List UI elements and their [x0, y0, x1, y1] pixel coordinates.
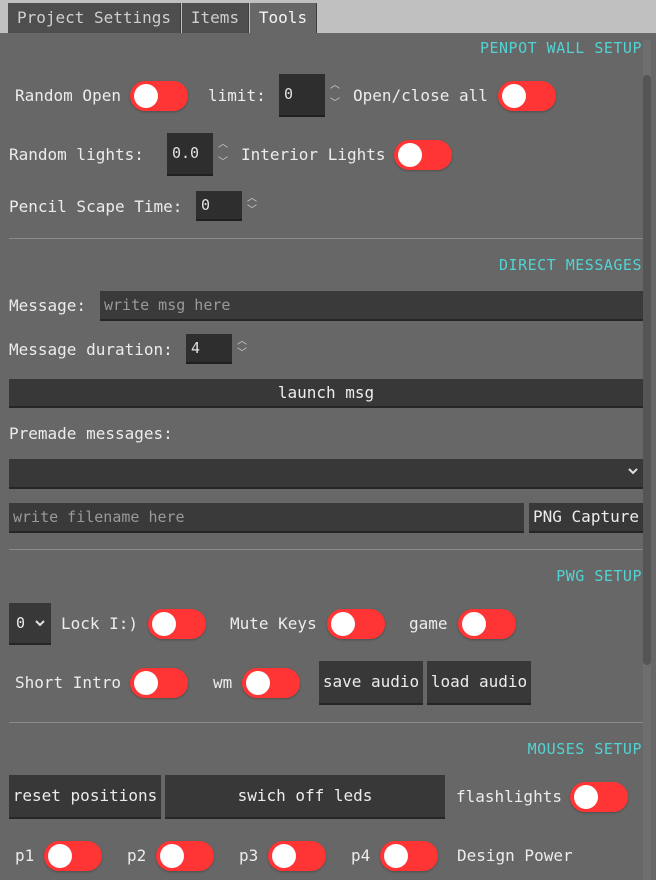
flashlights-toggle[interactable]	[570, 782, 628, 812]
p3-label: p3	[239, 846, 259, 865]
random-lights-input[interactable]: 0.0	[167, 133, 213, 176]
toggle-knob	[574, 785, 598, 809]
random-open-label: Random Open	[15, 86, 121, 105]
toggle-knob	[384, 844, 408, 868]
p1-label: p1	[15, 846, 35, 865]
message-input[interactable]	[100, 291, 643, 321]
toggle-knob	[160, 844, 184, 868]
interior-lights-label: Interior Lights	[241, 145, 386, 164]
limit-spin-down-icon[interactable]: ﹀	[329, 98, 341, 110]
toggle-knob	[134, 84, 158, 108]
design-power-label: Design Power	[457, 846, 573, 865]
pencil-scape-input[interactable]: 0	[196, 191, 242, 221]
toggle-knob	[272, 844, 296, 868]
section-title-penpot: PENPOT WALL SETUP	[479, 39, 642, 57]
pencil-scape-label: Pencil Scape Time:	[9, 197, 183, 216]
pwg-number-value: 0	[16, 614, 26, 632]
random-lights-label: Random lights:	[9, 145, 144, 164]
interior-lights-toggle[interactable]	[394, 140, 452, 170]
flashlights-label: flashlights	[456, 787, 562, 806]
switch-off-leds-button[interactable]: swich off leds	[165, 775, 445, 819]
open-close-all-label: Open/close all	[353, 86, 488, 105]
pwg-number-select[interactable]: 0	[9, 603, 51, 645]
p2-label: p2	[127, 846, 147, 865]
message-label: Message:	[9, 296, 87, 315]
message-duration-label: Message duration:	[9, 340, 173, 359]
reset-positions-button[interactable]: reset positions	[9, 775, 161, 819]
png-capture-button[interactable]: PNG Capture	[529, 503, 643, 533]
p1-toggle[interactable]	[44, 841, 102, 871]
section-title-direct-messages: DIRECT MESSAGES	[499, 256, 642, 274]
tab-items[interactable]: Items	[182, 3, 249, 33]
premade-messages-select[interactable]	[9, 459, 643, 489]
open-close-all-toggle[interactable]	[498, 81, 556, 111]
limit-input[interactable]: 0	[279, 74, 325, 117]
filename-input[interactable]	[9, 503, 524, 533]
random-open-toggle[interactable]	[130, 81, 188, 111]
wm-label: wm	[213, 673, 233, 692]
toggle-knob	[48, 844, 72, 868]
duration-spin-up-icon[interactable]: ︿	[236, 336, 248, 348]
short-intro-toggle[interactable]	[130, 668, 188, 698]
limit-label: limit:	[208, 86, 266, 105]
game-toggle[interactable]	[458, 609, 516, 639]
wm-toggle[interactable]	[242, 668, 300, 698]
load-audio-button[interactable]: load audio	[427, 661, 531, 705]
random-lights-spin-down-icon[interactable]: ﹀	[217, 157, 229, 169]
tools-panel: PENPOT WALL SETUP Random Open limit: 0 ︿…	[0, 33, 656, 880]
launch-msg-button[interactable]: launch msg	[9, 379, 643, 408]
tab-project-settings[interactable]: Project Settings	[8, 3, 181, 33]
divider	[9, 722, 643, 723]
toggle-knob	[134, 671, 158, 695]
divider	[9, 549, 643, 550]
duration-spin-down-icon[interactable]: ﹀	[236, 348, 248, 360]
tab-tools[interactable]: Tools	[250, 3, 317, 33]
pencil-scape-spin-down-icon[interactable]: ﹀	[246, 205, 258, 217]
section-title-pwg: PWG SETUP	[556, 567, 642, 585]
p2-toggle[interactable]	[156, 841, 214, 871]
limit-spin-up-icon[interactable]: ︿	[329, 80, 341, 92]
p4-toggle[interactable]	[380, 841, 438, 871]
message-duration-input[interactable]: 4	[186, 334, 232, 364]
save-audio-button[interactable]: save audio	[319, 661, 423, 705]
scrollbar-thumb[interactable]	[643, 75, 651, 665]
toggle-knob	[502, 84, 526, 108]
mute-keys-toggle[interactable]	[327, 609, 385, 639]
short-intro-label: Short Intro	[15, 673, 121, 692]
toggle-knob	[246, 671, 270, 695]
premade-messages-label: Premade messages:	[9, 424, 173, 443]
p4-label: p4	[351, 846, 371, 865]
lock-toggle[interactable]	[148, 609, 206, 639]
divider	[9, 238, 643, 239]
mute-keys-label: Mute Keys	[230, 614, 317, 633]
game-label: game	[409, 614, 448, 633]
tab-bar: Project Settings Items Tools	[0, 0, 656, 33]
lock-label: Lock I:)	[61, 614, 139, 633]
toggle-knob	[462, 612, 486, 636]
pencil-scape-spin-up-icon[interactable]: ︿	[246, 193, 258, 205]
toggle-knob	[398, 143, 422, 167]
section-title-mouses: MOUSES SETUP	[527, 740, 642, 758]
toggle-knob	[331, 612, 355, 636]
chevron-down-icon	[34, 617, 46, 632]
toggle-knob	[152, 612, 176, 636]
chevron-down-icon	[627, 465, 639, 480]
p3-toggle[interactable]	[268, 841, 326, 871]
random-lights-spin-up-icon[interactable]: ︿	[217, 139, 229, 151]
